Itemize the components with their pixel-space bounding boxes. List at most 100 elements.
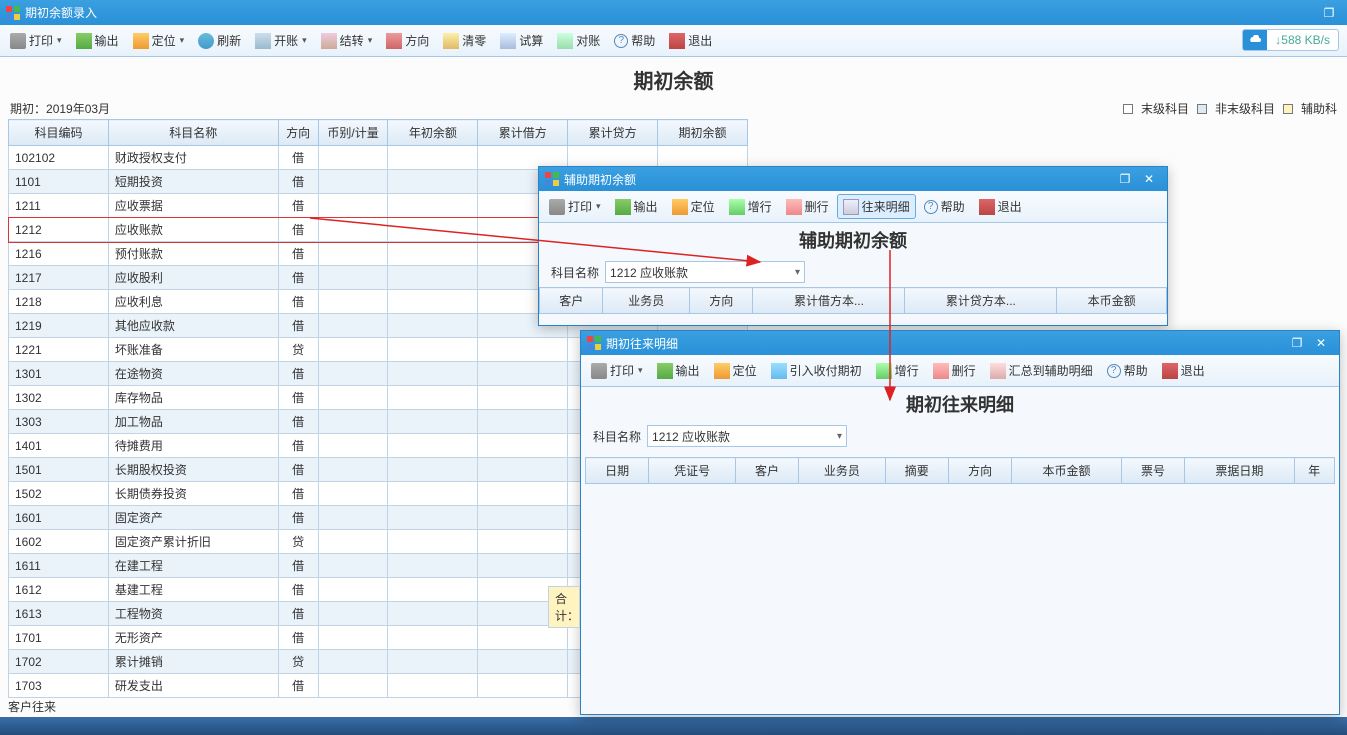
column-header[interactable]: 累计借方本... bbox=[753, 288, 905, 314]
dropdown-icon: ▾ bbox=[302, 35, 307, 46]
subject-label: 科目名称 bbox=[551, 264, 599, 281]
app-icon bbox=[545, 172, 559, 186]
toolbar-print[interactable]: 打印▾ bbox=[4, 28, 68, 53]
column-header[interactable]: 摘要 bbox=[885, 458, 948, 484]
toolbar-import[interactable]: 引入收付期初 bbox=[765, 358, 868, 383]
delete-icon bbox=[786, 199, 802, 215]
open-icon bbox=[255, 33, 271, 49]
column-header[interactable]: 年初余额 bbox=[388, 120, 478, 146]
app-icon bbox=[6, 6, 20, 20]
legend-swatch-nonleaf bbox=[1197, 104, 1207, 114]
toolbar-receivable-detail[interactable]: 往来明细 bbox=[837, 194, 916, 219]
toolbar-locate[interactable]: 定位 bbox=[708, 358, 763, 383]
toolbar-add-row[interactable]: 增行 bbox=[870, 358, 925, 383]
toolbar-reconcile[interactable]: 对账 bbox=[551, 28, 606, 53]
aux-balance-window[interactable]: 辅助期初余额 ❐ ✕ 打印▾ 输出 定位 增行 删行 往来明细 ?帮助 退出 辅… bbox=[538, 166, 1168, 326]
toolbar-print[interactable]: 打印▾ bbox=[543, 194, 607, 219]
period-label: 期初：2019年03月 bbox=[10, 100, 110, 117]
print-icon bbox=[10, 33, 26, 49]
main-toolbar: 打印▾ 输出 定位▾ 刷新 开账▾ 结转▾ 方向 清零 试算 对账 ?帮助 退出… bbox=[0, 25, 1347, 57]
toolbar-del-row[interactable]: 删行 bbox=[780, 194, 835, 219]
close-button[interactable]: ✕ bbox=[1309, 334, 1333, 352]
detail-page-title: 期初往来明细 bbox=[581, 387, 1339, 421]
direction-icon bbox=[386, 33, 402, 49]
toolbar-trial[interactable]: 试算 bbox=[494, 28, 549, 53]
toolbar-settle[interactable]: 结转▾ bbox=[315, 28, 379, 53]
column-header[interactable]: 本币金额 bbox=[1057, 288, 1167, 314]
column-header[interactable]: 本币金额 bbox=[1012, 458, 1121, 484]
os-taskbar bbox=[0, 717, 1347, 735]
column-header[interactable]: 票据日期 bbox=[1185, 458, 1294, 484]
toolbar-help[interactable]: ?帮助 bbox=[608, 28, 661, 53]
toolbar-add-row[interactable]: 增行 bbox=[723, 194, 778, 219]
column-header[interactable]: 币别/计量 bbox=[318, 120, 388, 146]
window-title: 期初余额录入 bbox=[25, 4, 97, 21]
settle-icon bbox=[321, 33, 337, 49]
window-title: 期初往来明细 bbox=[606, 335, 678, 352]
import-icon bbox=[771, 363, 787, 379]
toolbar-export[interactable]: 输出 bbox=[70, 28, 125, 53]
toolbar-exit[interactable]: 退出 bbox=[973, 194, 1028, 219]
toolbar-export[interactable]: 输出 bbox=[609, 194, 664, 219]
subject-combo[interactable]: 1212 应收账款 ▾ bbox=[605, 261, 805, 283]
print-icon bbox=[549, 199, 565, 215]
column-header[interactable]: 期初余额 bbox=[658, 120, 748, 146]
column-header[interactable]: 累计贷方本... bbox=[905, 288, 1057, 314]
legend-swatch-aux bbox=[1283, 104, 1293, 114]
locate-icon bbox=[672, 199, 688, 215]
legend-swatch-leaf bbox=[1123, 104, 1133, 114]
column-header[interactable]: 累计借方 bbox=[478, 120, 568, 146]
network-speed-badge: ↓588 KB/s bbox=[1242, 29, 1339, 51]
print-icon bbox=[591, 363, 607, 379]
exit-icon bbox=[979, 199, 995, 215]
column-header[interactable]: 科目编码 bbox=[9, 120, 109, 146]
column-header[interactable]: 业务员 bbox=[799, 458, 885, 484]
chevron-down-icon: ▾ bbox=[795, 267, 800, 278]
restore-button[interactable]: ❐ bbox=[1317, 4, 1341, 22]
toolbar-del-row[interactable]: 删行 bbox=[927, 358, 982, 383]
column-header[interactable]: 累计贷方 bbox=[568, 120, 658, 146]
aux-table[interactable]: 客户业务员方向累计借方本...累计贷方本...本币金额 bbox=[539, 287, 1167, 314]
column-header[interactable]: 方向 bbox=[278, 120, 318, 146]
add-icon bbox=[876, 363, 892, 379]
toolbar-clear[interactable]: 清零 bbox=[437, 28, 492, 53]
detail-table[interactable]: 日期凭证号客户业务员摘要方向本币金额票号票据日期年 bbox=[585, 457, 1335, 484]
toolbar-help[interactable]: ?帮助 bbox=[918, 194, 971, 219]
toolbar-refresh[interactable]: 刷新 bbox=[192, 28, 247, 53]
toolbar-open[interactable]: 开账▾ bbox=[249, 28, 313, 53]
toolbar-print[interactable]: 打印▾ bbox=[585, 358, 649, 383]
toolbar-help[interactable]: ?帮助 bbox=[1101, 358, 1154, 383]
add-icon bbox=[729, 199, 745, 215]
restore-button[interactable]: ❐ bbox=[1285, 334, 1309, 352]
column-header[interactable]: 年 bbox=[1294, 458, 1334, 484]
aux-page-title: 辅助期初余额 bbox=[539, 223, 1167, 257]
column-header[interactable]: 凭证号 bbox=[649, 458, 735, 484]
toolbar-export[interactable]: 输出 bbox=[651, 358, 706, 383]
column-header[interactable]: 客户 bbox=[735, 458, 798, 484]
refresh-icon bbox=[198, 33, 214, 49]
toolbar-locate[interactable]: 定位▾ bbox=[127, 28, 191, 53]
subject-combo[interactable]: 1212 应收账款 ▾ bbox=[647, 425, 847, 447]
column-header[interactable]: 方向 bbox=[948, 458, 1011, 484]
help-icon: ? bbox=[1107, 364, 1121, 378]
column-header[interactable]: 日期 bbox=[586, 458, 649, 484]
locate-icon bbox=[133, 33, 149, 49]
toolbar-direction[interactable]: 方向 bbox=[380, 28, 435, 53]
restore-button[interactable]: ❐ bbox=[1113, 170, 1137, 188]
locate-icon bbox=[714, 363, 730, 379]
detail-window[interactable]: 期初往来明细 ❐ ✕ 打印▾ 输出 定位 引入收付期初 增行 删行 汇总到辅助明… bbox=[580, 330, 1340, 715]
toolbar-exit[interactable]: 退出 bbox=[1156, 358, 1211, 383]
delete-icon bbox=[933, 363, 949, 379]
toolbar-summarize[interactable]: 汇总到辅助明细 bbox=[984, 358, 1099, 383]
column-header[interactable]: 票号 bbox=[1121, 458, 1184, 484]
summarize-icon bbox=[990, 363, 1006, 379]
toolbar-locate[interactable]: 定位 bbox=[666, 194, 721, 219]
cloud-icon bbox=[1243, 30, 1267, 50]
column-header[interactable]: 方向 bbox=[690, 288, 753, 314]
chevron-down-icon: ▾ bbox=[837, 431, 842, 442]
column-header[interactable]: 业务员 bbox=[603, 288, 690, 314]
close-button[interactable]: ✕ bbox=[1137, 170, 1161, 188]
column-header[interactable]: 客户 bbox=[540, 288, 603, 314]
column-header[interactable]: 科目名称 bbox=[108, 120, 278, 146]
toolbar-exit[interactable]: 退出 bbox=[663, 28, 718, 53]
